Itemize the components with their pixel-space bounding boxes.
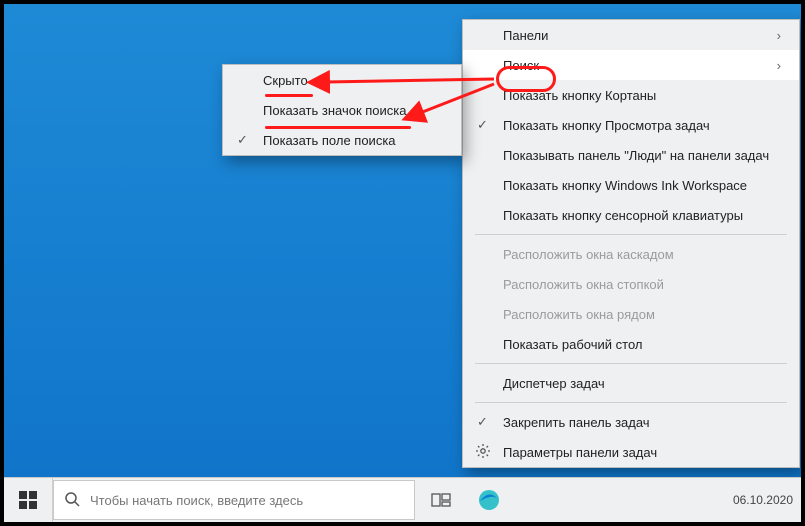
check-icon: ✓ [237, 132, 248, 148]
taskbar-menu-item[interactable]: Диспетчер задач [463, 368, 799, 398]
search-submenu: Скрыто Показать значок поиска ✓ Показать по… [222, 64, 462, 156]
annotation-underline-show-icon [265, 126, 411, 129]
taskbar-menu-item-label: Показать рабочий стол [503, 337, 642, 352]
chevron-right-icon: › [757, 58, 781, 73]
check-icon: ✓ [477, 414, 488, 430]
search-placeholder-text: Чтобы начать поиск, введите здесь [90, 493, 303, 508]
search-submenu-item[interactable]: Показать значок поиска [223, 95, 461, 125]
annotation-underline-hidden [265, 94, 313, 97]
taskbar-menu-item-label: Показать кнопку сенсорной клавиатуры [503, 208, 743, 223]
search-submenu-item-label: Скрыто [263, 73, 308, 88]
system-tray[interactable]: 06.10.2020 [725, 478, 801, 522]
taskbar-menu-separator [475, 234, 787, 235]
taskbar-menu-item[interactable]: Показать кнопку сенсорной клавиатуры [463, 200, 799, 230]
taskbar-menu-item-label: Закрепить панель задач [503, 415, 650, 430]
taskbar-menu-separator [475, 402, 787, 403]
task-view-button[interactable] [417, 478, 465, 522]
taskbar-menu-item-label: Показать кнопку Просмотра задач [503, 118, 710, 133]
taskbar-menu-item-label: Панели [503, 28, 548, 43]
search-submenu-item-label: Показать значок поиска [263, 103, 407, 118]
taskbar-menu-item-label: Показать кнопку Windows Ink Workspace [503, 178, 747, 193]
edge-icon [478, 489, 500, 511]
search-submenu-item-label: Показать поле поиска [263, 133, 396, 148]
windows-logo-icon [19, 491, 37, 509]
taskbar-menu-item[interactable]: Показывать панель "Люди" на панели задач [463, 140, 799, 170]
search-icon [64, 491, 80, 510]
taskbar-menu-item-label: Параметры панели задач [503, 445, 657, 460]
edge-button[interactable] [465, 478, 513, 522]
gear-icon [475, 443, 491, 462]
taskbar-pinned-apps [417, 478, 513, 522]
taskbar[interactable]: Чтобы начать поиск, введите здесь 06.10.… [4, 477, 801, 522]
start-button[interactable] [4, 478, 53, 522]
tray-date: 06.10.2020 [733, 493, 793, 507]
taskbar-menu-item-label: Расположить окна стопкой [503, 277, 664, 292]
taskbar-menu-item[interactable]: Показать рабочий стол [463, 329, 799, 359]
taskbar-menu-item-label: Показывать панель "Люди" на панели задач [503, 148, 769, 163]
taskbar-menu-item-label: Расположить окна рядом [503, 307, 655, 322]
search-submenu-item[interactable]: Скрыто [223, 65, 461, 95]
chevron-right-icon: › [757, 28, 781, 43]
taskbar-menu-item: Расположить окна рядом [463, 299, 799, 329]
taskbar-menu-item[interactable]: ✓ Закрепить панель задач [463, 407, 799, 437]
search-submenu-item[interactable]: ✓ Показать поле поиска [223, 125, 461, 155]
taskbar-menu-item[interactable]: Параметры панели задач [463, 437, 799, 467]
annotation-oval-search [496, 66, 556, 92]
task-view-icon [431, 493, 451, 507]
taskbar-menu-item[interactable]: ✓ Показать кнопку Просмотра задач [463, 110, 799, 140]
taskbar-menu-separator [475, 363, 787, 364]
taskbar-menu-item[interactable]: Показать кнопку Windows Ink Workspace [463, 170, 799, 200]
taskbar-menu-item-label: Диспетчер задач [503, 376, 605, 391]
taskbar-menu-item-label: Расположить окна каскадом [503, 247, 674, 262]
taskbar-search-box[interactable]: Чтобы начать поиск, введите здесь [53, 480, 415, 520]
taskbar-menu-item: Расположить окна стопкой [463, 269, 799, 299]
desktop: Панели›Поиск›Показать кнопку Кортаны✓Пок… [4, 4, 801, 522]
taskbar-menu-item: Расположить окна каскадом [463, 239, 799, 269]
check-icon: ✓ [477, 117, 488, 133]
taskbar-menu-item[interactable]: Панели › [463, 20, 799, 50]
